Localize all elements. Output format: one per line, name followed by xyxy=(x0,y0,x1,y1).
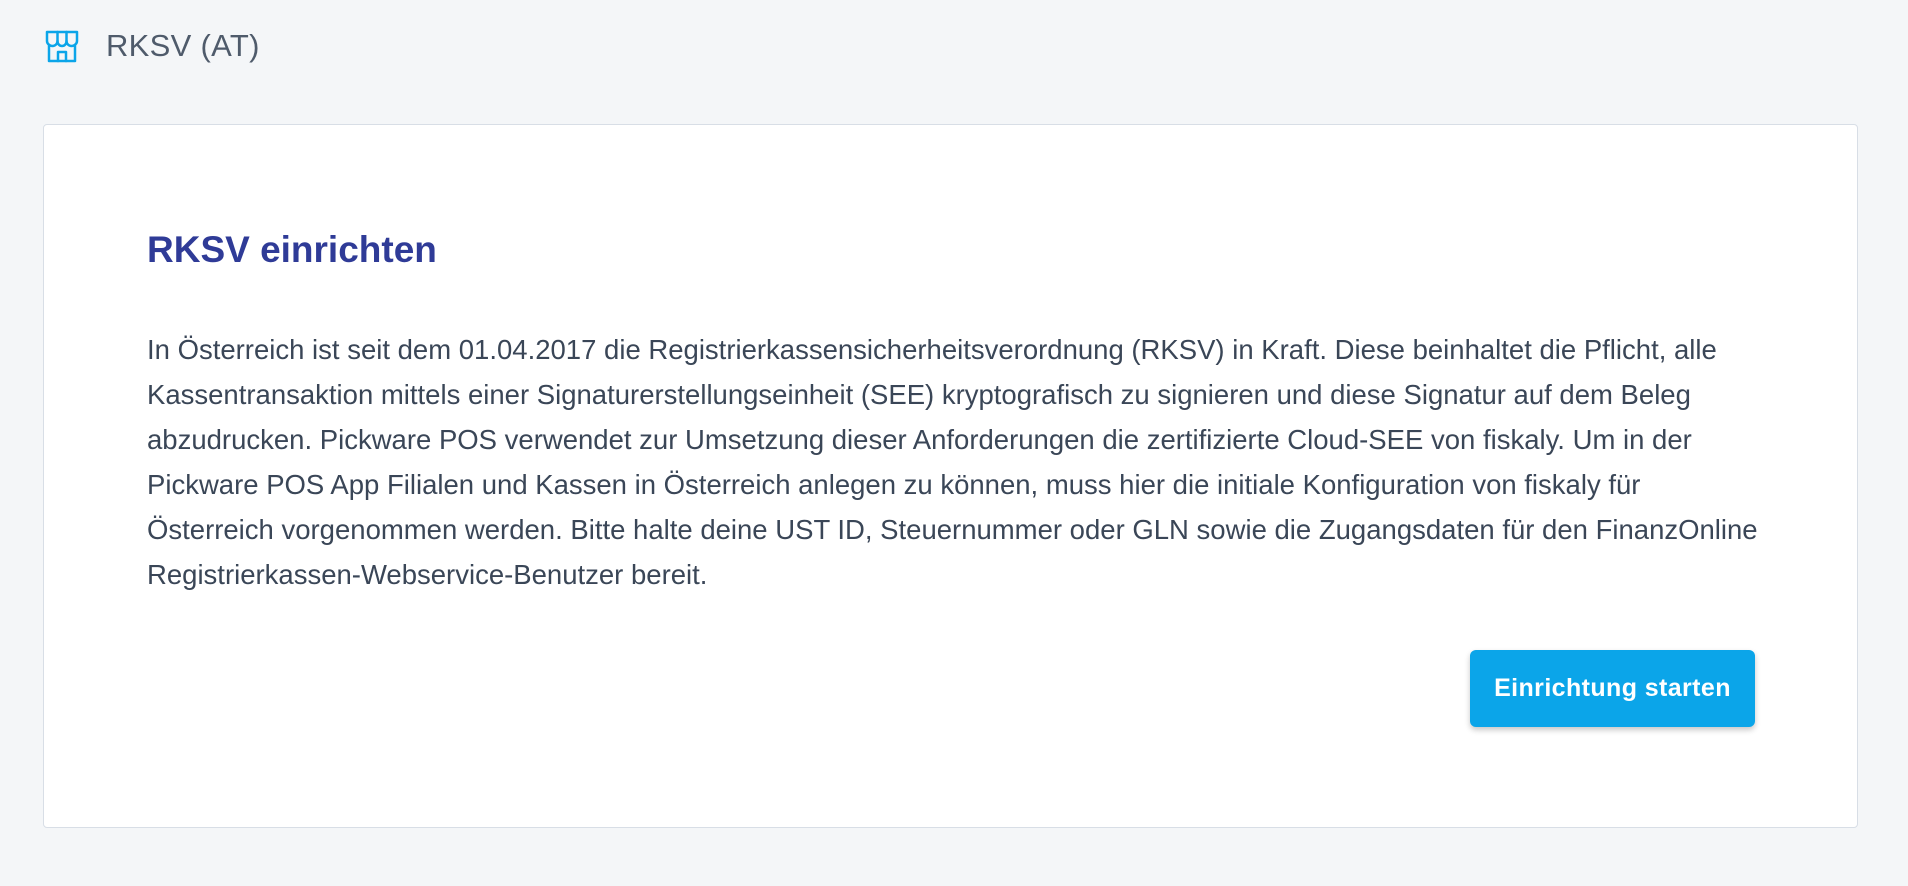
card-title: RKSV einrichten xyxy=(147,229,437,270)
page-title: RKSV (AT) xyxy=(106,28,260,63)
page-header: RKSV (AT) xyxy=(42,22,260,70)
rksv-setup-card: RKSV einrichten In Österreich ist seit d… xyxy=(43,124,1858,828)
store-icon xyxy=(42,26,82,66)
card-description: In Österreich ist seit dem 01.04.2017 di… xyxy=(147,334,1758,590)
start-setup-button[interactable]: Einrichtung starten xyxy=(1470,650,1755,727)
